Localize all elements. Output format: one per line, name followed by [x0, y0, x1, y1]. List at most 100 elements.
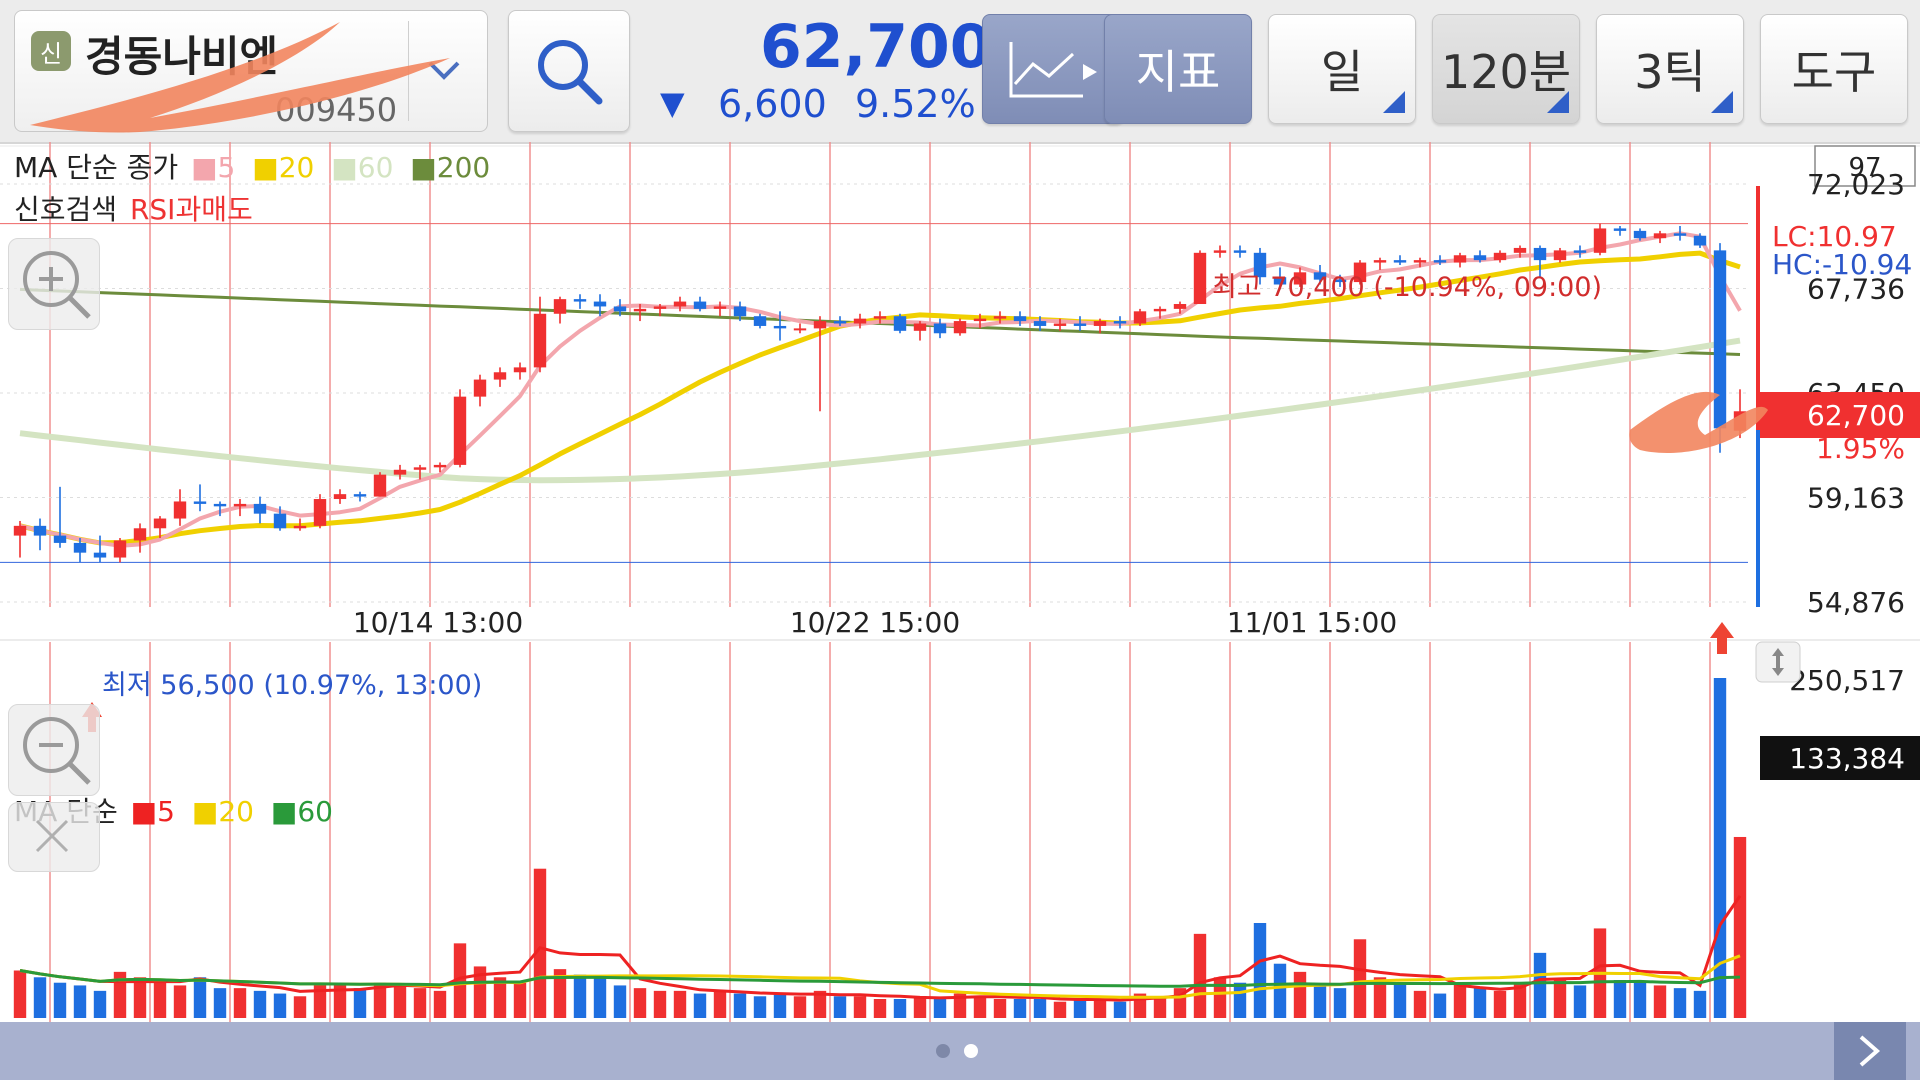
- down-arrow-icon: ▼: [660, 84, 685, 122]
- chart-area[interactable]: 최고 70,400 (-10.94%, 09:00) 최저 56,500 (10.…: [0, 142, 1920, 1022]
- price-tick: 54,876: [1807, 586, 1905, 619]
- volume-bar: [713, 990, 727, 1018]
- volume-bar: [273, 993, 287, 1018]
- volume-bar: [593, 977, 607, 1018]
- volume-bar: [873, 998, 887, 1018]
- candle: [1393, 260, 1407, 263]
- candle: [133, 528, 147, 541]
- candle: [1553, 250, 1567, 261]
- candle: [693, 301, 707, 309]
- candle: [393, 469, 407, 475]
- period-label: 일: [1320, 45, 1364, 99]
- candle: [273, 513, 287, 529]
- candle: [853, 318, 867, 324]
- candle: [373, 474, 387, 497]
- page-dot-active: [964, 1044, 978, 1058]
- zoom-out-button[interactable]: [8, 704, 100, 796]
- chevron-down-icon[interactable]: [408, 21, 479, 121]
- volume-bar: [1533, 952, 1547, 1018]
- candle: [1113, 321, 1127, 324]
- volume-bar: [433, 990, 447, 1018]
- candle: [1413, 260, 1427, 263]
- candle: [1693, 235, 1707, 246]
- volume-bar: [353, 988, 367, 1018]
- tools-button[interactable]: 도구: [1760, 14, 1908, 124]
- interval-button[interactable]: 120분: [1432, 14, 1580, 124]
- zoom-out-icon: [23, 717, 91, 785]
- candle: [1533, 247, 1547, 261]
- price-tick: 72,023: [1807, 168, 1905, 201]
- vol-ma20-legend: ■20: [191, 795, 254, 828]
- candle: [953, 321, 967, 334]
- volume-bar: [753, 996, 767, 1018]
- candle: [893, 316, 907, 331]
- candle: [1153, 308, 1167, 312]
- tick-label: 3틱: [1634, 45, 1706, 99]
- x-axis-label: 11/01 15:00: [1227, 606, 1397, 639]
- ma60-legend: ■60: [331, 151, 394, 184]
- zoom-in-button[interactable]: [8, 238, 100, 330]
- volume-bar: [1033, 998, 1047, 1018]
- hc-value: HC:-10.94: [1772, 248, 1912, 281]
- candle: [1453, 255, 1467, 263]
- candle: [1173, 304, 1187, 309]
- ma5-legend: ■5: [191, 151, 236, 184]
- indicator-button[interactable]: 지표: [1104, 14, 1252, 124]
- candle: [453, 396, 467, 465]
- candle: [1633, 230, 1647, 239]
- reset-button[interactable]: [8, 802, 100, 872]
- volume-bar: [1293, 971, 1307, 1018]
- candle: [513, 367, 527, 373]
- candle: [353, 494, 367, 497]
- volume-bar: [893, 998, 907, 1018]
- candle: [53, 535, 67, 543]
- credit-badge: 신: [31, 31, 71, 71]
- volume-bar: [153, 982, 167, 1018]
- candle: [1013, 316, 1027, 322]
- candle: [1713, 250, 1727, 429]
- volume-bar: [253, 990, 267, 1018]
- volume-bar: [33, 977, 47, 1018]
- price-ma-legend: MA 단순 종가 ■5 ■20 ■60 ■200: [14, 146, 498, 186]
- volume-bar: [733, 993, 747, 1018]
- signal-value: RSI과매도: [129, 193, 253, 226]
- volume-bar: [133, 977, 147, 1018]
- candle: [913, 323, 927, 331]
- volume-bar: [613, 985, 627, 1018]
- volume-current-tag-text: 133,384: [1789, 742, 1905, 775]
- candlestick-chart[interactable]: 최고 70,400 (-10.94%, 09:00) 최저 56,500 (10.…: [0, 142, 1920, 1022]
- volume-bar: [193, 977, 207, 1018]
- volume-tick: 250,517: [1789, 664, 1905, 697]
- candle: [933, 323, 947, 334]
- volume-bar: [93, 990, 107, 1018]
- candle: [993, 316, 1007, 319]
- chart-type-button[interactable]: [982, 14, 1124, 124]
- candle: [213, 503, 227, 507]
- volume-bar: [533, 868, 547, 1018]
- tick-button[interactable]: 3틱: [1596, 14, 1744, 124]
- candle: [1653, 233, 1667, 239]
- candle: [113, 540, 127, 558]
- candle: [1053, 323, 1067, 326]
- candle: [1073, 323, 1087, 326]
- candle: [813, 321, 827, 329]
- period-button[interactable]: 일: [1268, 14, 1416, 124]
- volume-bar: [13, 970, 27, 1018]
- signal-legend: 신호검색 RSI과매도: [14, 188, 257, 228]
- stock-selector[interactable]: 신 경동나비엔 009450: [14, 10, 488, 132]
- volume-bar: [1453, 982, 1467, 1018]
- candle: [613, 306, 627, 312]
- search-button[interactable]: [508, 10, 630, 132]
- next-button[interactable]: [1834, 1022, 1906, 1080]
- volume-bar: [833, 996, 847, 1018]
- volume-bar: [1493, 990, 1507, 1018]
- volume-bar: [693, 993, 707, 1018]
- page-indicator: [930, 1044, 990, 1060]
- signal-label: 신호검색: [14, 193, 118, 226]
- candle: [573, 299, 587, 302]
- volume-bar: [1613, 979, 1627, 1018]
- volume-bar: [1053, 1001, 1067, 1018]
- volume-bar: [53, 982, 67, 1018]
- candle: [833, 321, 847, 324]
- candle: [1673, 233, 1687, 236]
